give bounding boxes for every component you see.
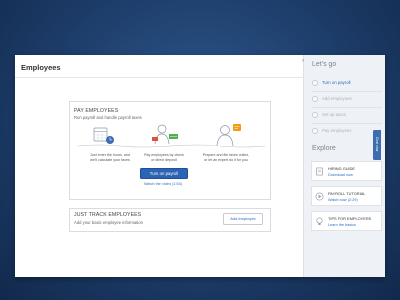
explore-title: Explore [312, 145, 336, 152]
play-icon [315, 192, 324, 201]
page-title: Employees [21, 63, 61, 72]
todo-item-label: Add employees [322, 96, 352, 101]
track-employees-card: JUST TRACK EMPLOYEES Add your basic empl… [69, 208, 271, 232]
todo-checkbox-icon [312, 96, 318, 102]
step-pay-line2: or direct deposit [151, 157, 177, 162]
todo-item-add-employees[interactable]: Add employees [312, 94, 382, 106]
todo-item-label: Pay employees [322, 128, 352, 133]
pay-employees-heading: PAY EMPLOYEES [74, 108, 119, 114]
step-pay-line1: Pay employees by check [144, 153, 184, 157]
title-divider [15, 77, 303, 78]
todo-checkbox-icon [312, 128, 318, 134]
step-hours-text: Just enter the hours, and we'll calculat… [88, 153, 132, 162]
step-taxes-line2: or let an expert do it for you [204, 157, 248, 162]
lets-go-title: Let's go [312, 61, 337, 68]
turn-on-payroll-button[interactable]: Turn on payroll [140, 168, 188, 179]
todo-item-pay-employees[interactable]: Pay employees [312, 126, 382, 138]
todo-checkbox-icon [312, 112, 318, 118]
explore-card-link[interactable]: Download now [328, 173, 353, 177]
step-hours-line1: Just enter the hours, and [90, 153, 130, 157]
pay-employees-subheading: Run payroll and handle payroll taxes [74, 115, 142, 120]
explore-card-payroll-tutorial[interactable]: PAYROLL TUTORIAL Watch now (2:29) [311, 186, 382, 206]
track-employees-heading: JUST TRACK EMPLOYEES [74, 212, 142, 218]
add-employee-button[interactable]: Add employee [223, 213, 263, 225]
pay-employees-card: PAY EMPLOYEES Run payroll and handle pay… [69, 101, 271, 200]
todo-item-set-up-taxes[interactable]: Set up taxes [312, 110, 382, 122]
todo-item-turn-on-payroll[interactable]: Turn on payroll [312, 78, 382, 90]
clock-icon [106, 136, 114, 144]
lightbulb-icon [316, 217, 323, 225]
chat-now-tab[interactable]: Chat now [373, 130, 381, 160]
tax-expert-figure-icon [216, 124, 241, 147]
todo-item-label: Turn on payroll [322, 80, 351, 85]
employees-window: Employees PAY EMPLOYEES Run payroll and … [15, 55, 385, 277]
sidebar-divider [312, 107, 382, 108]
explore-card-title: PAYROLL TUTORIAL [328, 191, 366, 196]
explore-card-link[interactable]: Watch now (2:29) [328, 198, 358, 202]
todo-checkbox-icon [312, 80, 318, 86]
watch-video-link[interactable]: Watch the video (1:54) [140, 182, 186, 186]
explore-card-title: TIPS FOR EMPLOYERS [328, 216, 372, 221]
payroll-illustration [77, 124, 266, 148]
explore-card-tips-for-employers[interactable]: TIPS FOR EMPLOYERS Learn the basics [311, 211, 382, 231]
sidebar-divider [312, 91, 382, 92]
chat-now-label: Chat now [375, 136, 379, 152]
explore-card-hiring-guide[interactable]: HIRING GUIDE Download now [311, 161, 382, 181]
getting-started-sidebar: Let's go Turn on payroll Add employees S… [303, 55, 385, 277]
step-hours-line2: we'll calculate your taxes [90, 157, 130, 162]
todo-item-label: Set up taxes [322, 112, 346, 117]
step-taxes-line1: Prepare and file taxes online, [202, 153, 250, 157]
main-panel: Employees PAY EMPLOYEES Run payroll and … [15, 55, 303, 277]
chevron-right-icon[interactable]: › [302, 58, 304, 64]
explore-card-title: HIRING GUIDE [328, 166, 356, 171]
sidebar-divider [312, 123, 382, 124]
step-pay-text: Pay employees by check or direct deposit [142, 153, 186, 162]
step-taxes-text: Prepare and file taxes online, or let an… [198, 153, 254, 162]
track-employees-subheading: Add your basic employee information [74, 220, 143, 225]
calendar-icon [93, 127, 108, 142]
book-icon [316, 167, 323, 176]
explore-card-link[interactable]: Learn the basics [328, 223, 356, 227]
employee-figure-icon [152, 124, 178, 145]
